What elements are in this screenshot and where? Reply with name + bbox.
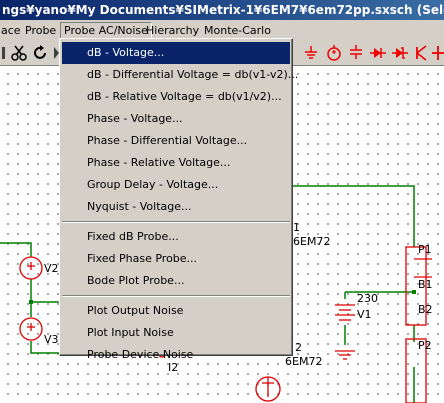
ground-icon[interactable] — [302, 44, 320, 62]
menu-monte-carlo[interactable]: Monte-Carlo — [201, 22, 274, 39]
cut-icon[interactable] — [10, 44, 28, 62]
transistor-icon[interactable] — [412, 44, 430, 62]
menu-item-probe-device-noise[interactable]: Probe Device Noise — [62, 344, 290, 366]
label-b2: B2 — [418, 303, 433, 316]
label-p1: P1 — [418, 243, 432, 256]
label-v3: V3 — [44, 333, 59, 346]
menu-item-fixed-phase-probe[interactable]: Fixed Phase Probe... — [62, 248, 290, 270]
menu-item-db-differential-voltage[interactable]: dB - Differential Voltage = db(v1-v2)... — [62, 64, 298, 86]
label-tube-bot-num: 2 — [295, 341, 302, 354]
label-v1-value: 230 — [357, 292, 378, 305]
menu-item-db-relative-voltage[interactable]: dB - Relative Voltage = db(v1/v2)... — [62, 86, 290, 108]
menu-separator — [62, 295, 290, 297]
window-title: ngs¥yano¥My Documents¥SIMetrix-1¥6EM7¥6e… — [2, 3, 444, 17]
capacitor-icon[interactable] — [347, 44, 365, 62]
menu-item-phase-differential-voltage[interactable]: Phase - Differential Voltage... — [62, 130, 290, 152]
menu-separator — [62, 221, 290, 223]
menu-item-bode-plot-probe[interactable]: Bode Plot Probe... — [62, 270, 290, 292]
menu-probe-ac-noise[interactable]: Probe AC/Noise — [60, 22, 152, 39]
menu-bar: ace Probe Probe AC/Noise Hierarchy Monte… — [0, 20, 444, 40]
wire-v2-top — [0, 242, 32, 257]
label-tube-top-num: 1 — [293, 221, 300, 234]
menu-probe[interactable]: Probe — [22, 22, 59, 39]
zener-diode-icon[interactable] — [391, 44, 409, 62]
menu-place[interactable]: ace — [0, 22, 24, 39]
voltage-source-icon[interactable] — [325, 44, 343, 62]
label-p2: P2 — [418, 339, 432, 352]
window-title-bar: ngs¥yano¥My Documents¥SIMetrix-1¥6EM7¥6e… — [0, 0, 444, 20]
label-tube-bot: 6EM72 — [285, 355, 323, 368]
menu-item-db-voltage[interactable]: dB - Voltage... — [62, 42, 290, 64]
menu-item-phase-relative-voltage[interactable]: Phase - Relative Voltage... — [62, 152, 290, 174]
menu-item-fixed-db-probe[interactable]: Fixed dB Probe... — [62, 226, 290, 248]
label-v2: V2 — [44, 262, 59, 275]
add-wire-icon[interactable] — [432, 44, 444, 62]
label-b1: B1 — [418, 278, 433, 291]
rotate-icon[interactable] — [31, 44, 49, 62]
label-v1: V1 — [357, 308, 372, 321]
label-tube-top: 6EM72 — [293, 235, 331, 248]
probe-ac-noise-menu: dB - Voltage... dB - Differential Voltag… — [59, 38, 298, 361]
menu-hierarchy[interactable]: Hierarchy — [143, 22, 202, 39]
diode-icon[interactable] — [369, 44, 387, 62]
menu-item-plot-input-noise[interactable]: Plot Input Noise — [62, 322, 290, 344]
menu-item-phase-voltage[interactable]: Phase - Voltage... — [62, 108, 290, 130]
menu-item-group-delay-voltage[interactable]: Group Delay - Voltage... — [62, 174, 290, 196]
b1-junction-dot — [412, 290, 416, 294]
wire-junction-dot — [29, 300, 33, 304]
menu-item-nyquist-voltage[interactable]: Nyquist - Voltage... — [62, 196, 290, 218]
menu-item-plot-output-noise[interactable]: Plot Output Noise — [62, 300, 290, 322]
